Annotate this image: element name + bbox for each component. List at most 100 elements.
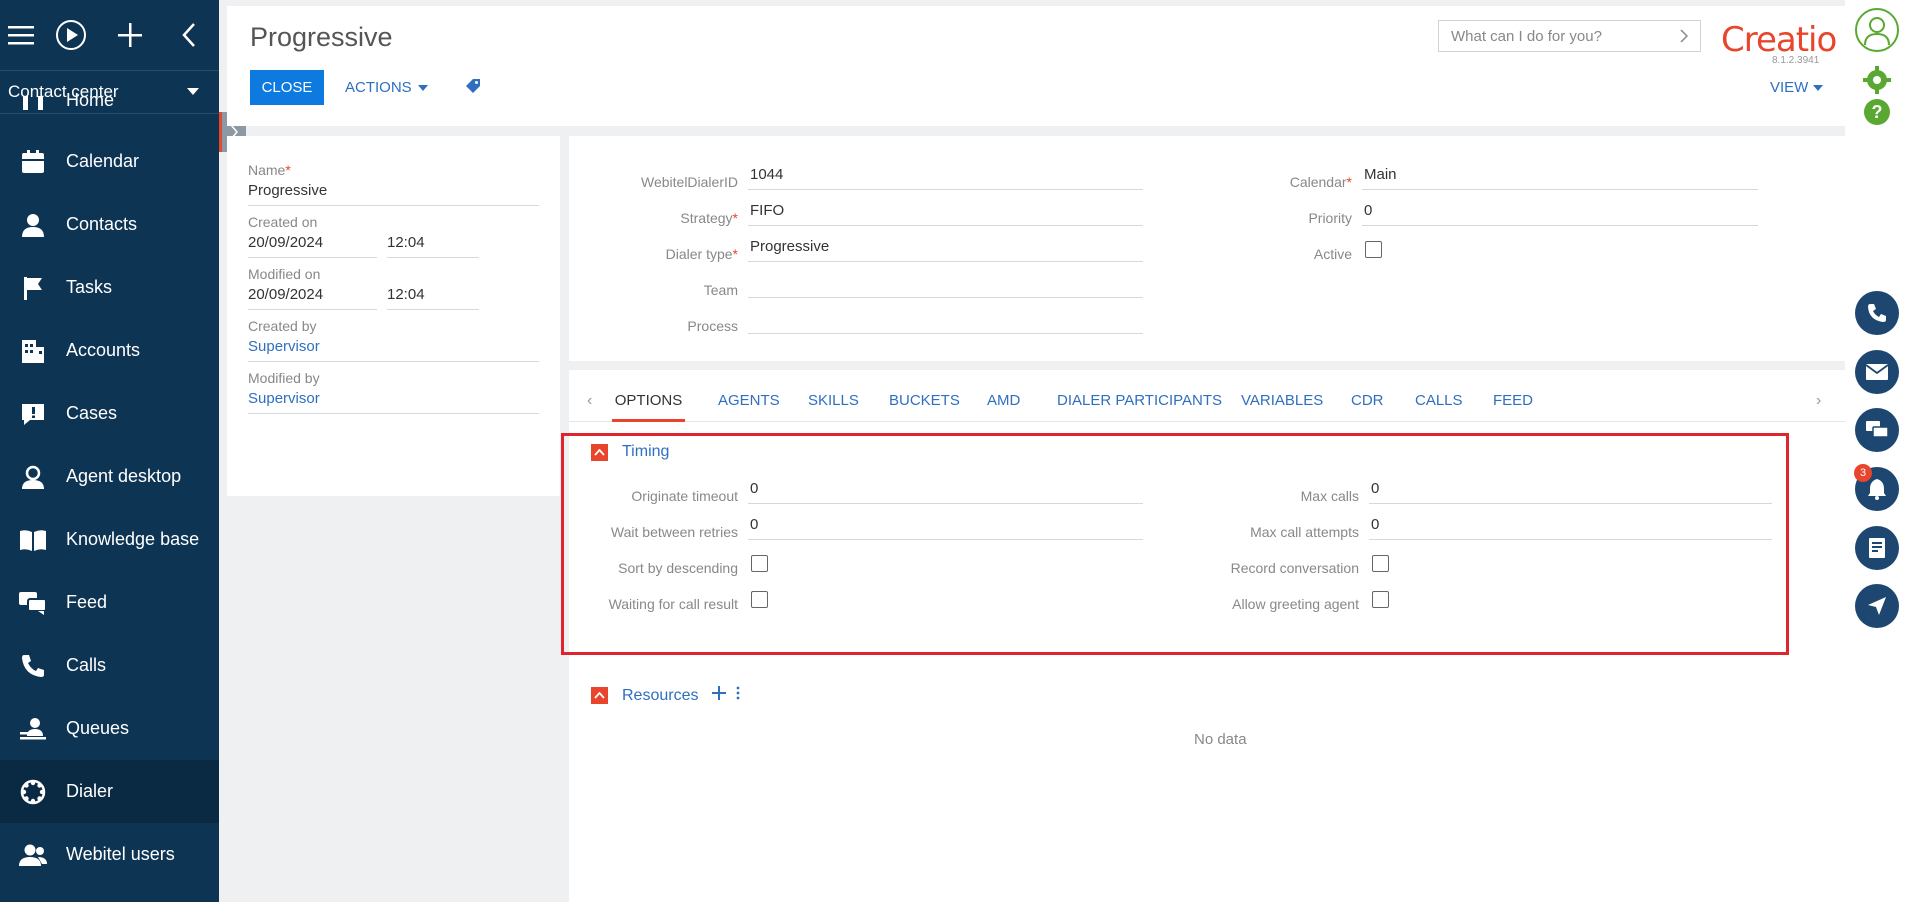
- modified-on-label: Modified on: [248, 266, 321, 282]
- chat-panel-icon[interactable]: [1855, 408, 1899, 452]
- sidebar-item-feed[interactable]: Feed: [0, 571, 219, 634]
- left-sidebar: Contact center Home Calendar Contacts Ta…: [0, 0, 219, 902]
- modified-by-link[interactable]: Supervisor: [248, 386, 539, 414]
- tab-skills[interactable]: SKILLS: [808, 392, 859, 422]
- page-title: Progressive: [250, 22, 393, 52]
- add-resource-icon[interactable]: [712, 686, 727, 705]
- active-label: Active: [1313, 246, 1352, 262]
- collapse-section-icon[interactable]: [591, 687, 608, 704]
- team-row: Team: [569, 268, 1143, 298]
- help-icon[interactable]: ?: [1855, 90, 1899, 134]
- collapse-sidebar-icon[interactable]: [160, 0, 219, 70]
- resources-section-header[interactable]: Resources: [591, 686, 740, 705]
- sidebar-item-label: Contacts: [66, 214, 138, 234]
- add-icon[interactable]: [101, 0, 160, 70]
- team-field[interactable]: [748, 270, 1143, 298]
- timing-highlight-box: [561, 433, 1789, 655]
- queue-icon: [0, 716, 66, 742]
- strategy-field[interactable]: FIFO: [748, 198, 1143, 226]
- play-process-icon[interactable]: [41, 0, 100, 70]
- sidebar-item-label: Webitel users: [66, 844, 175, 864]
- created-on-date: 20/09/2024: [248, 230, 377, 258]
- person-icon: [0, 212, 66, 238]
- modified-on-date: 20/09/2024: [248, 282, 377, 310]
- tab-bar: ‹ OPTIONS AGENTS SKILLS BUCKETS AMD DIAL…: [569, 370, 1845, 422]
- sidebar-item-label: Knowledge base: [66, 529, 200, 549]
- webitel-dialer-id-label: WebitelDialerID: [641, 174, 738, 190]
- sidebar-nav: Home Calendar Contacts Tasks Accounts Ca…: [0, 90, 219, 886]
- more-options-icon[interactable]: [736, 686, 740, 705]
- sidebar-item-label: Dialer: [66, 781, 114, 801]
- view-button[interactable]: VIEW: [1770, 79, 1824, 96]
- actions-button[interactable]: ACTIONS: [345, 70, 428, 105]
- tabs-scroll-right-icon[interactable]: ›: [1816, 392, 1821, 410]
- chevron-down-icon: [417, 84, 428, 91]
- created-by-label: Created by: [248, 318, 317, 334]
- tab-agents[interactable]: AGENTS: [718, 392, 780, 422]
- calendar-label: Calendar*: [1289, 174, 1352, 190]
- tab-buckets[interactable]: BUCKETS: [889, 392, 960, 422]
- created-by-link[interactable]: Supervisor: [248, 334, 539, 362]
- sidebar-item-accounts[interactable]: Accounts: [0, 319, 219, 382]
- created-on-time: 12:04: [387, 230, 479, 258]
- calendar-field[interactable]: Main: [1362, 162, 1758, 190]
- sidebar-item-tasks[interactable]: Tasks: [0, 256, 219, 319]
- tab-calls[interactable]: CALLS: [1415, 392, 1463, 422]
- tab-dialer-participants[interactable]: DIALER PARTICIPANTS: [1057, 392, 1222, 422]
- users-icon: [0, 842, 66, 868]
- tag-icon[interactable]: [465, 78, 481, 99]
- exclamation-bubble-icon: [0, 401, 66, 427]
- strategy-row: Strategy* FIFO: [569, 196, 1143, 226]
- chevron-down-icon: [187, 88, 199, 95]
- sidebar-item-label: Calls: [66, 655, 107, 675]
- webitel-dialer-id-field[interactable]: 1044: [748, 162, 1143, 190]
- view-label: VIEW: [1770, 79, 1809, 96]
- sidebar-item-dialer[interactable]: Dialer: [0, 760, 219, 823]
- phone-panel-icon[interactable]: [1855, 291, 1899, 335]
- sidebar-item-queues[interactable]: Queues: [0, 697, 219, 760]
- command-search-input[interactable]: What can I do for you?: [1438, 20, 1701, 52]
- modified-by-label: Modified by: [248, 370, 320, 386]
- sidebar-item-contacts[interactable]: Contacts: [0, 193, 219, 256]
- email-panel-icon[interactable]: [1855, 350, 1899, 394]
- hamburger-menu-icon[interactable]: [0, 0, 41, 70]
- page-header: Progressive CLOSE ACTIONS What can I do …: [227, 6, 1845, 126]
- active-row: Active: [1169, 232, 1382, 262]
- calendar-icon: [0, 149, 66, 175]
- sidebar-item-label: Cases: [66, 403, 118, 423]
- chat-bubbles-icon: [0, 590, 66, 616]
- agent-icon: [0, 464, 66, 490]
- send-panel-icon[interactable]: [1855, 584, 1899, 628]
- tab-amd[interactable]: AMD: [987, 392, 1020, 422]
- tab-cdr[interactable]: CDR: [1351, 392, 1384, 422]
- name-field[interactable]: Progressive: [248, 178, 539, 206]
- sidebar-item-agent-desktop[interactable]: Agent desktop: [0, 445, 219, 508]
- right-rail: ?: [1845, 0, 1909, 902]
- tabs-scroll-left-icon[interactable]: ‹: [587, 392, 592, 410]
- creatio-logo: Creatio: [1721, 20, 1837, 60]
- tab-options[interactable]: OPTIONS: [612, 392, 685, 422]
- sidebar-item-label: Feed: [66, 592, 108, 612]
- no-data-text: No data: [1194, 731, 1247, 748]
- priority-field[interactable]: 0: [1362, 198, 1758, 226]
- sidebar-item-webitel-users[interactable]: Webitel users: [0, 823, 219, 886]
- profile-avatar-icon[interactable]: [1855, 8, 1899, 52]
- sidebar-item-knowledge-base[interactable]: Knowledge base: [0, 508, 219, 571]
- tab-variables[interactable]: VARIABLES: [1241, 392, 1323, 422]
- sidebar-item-cases[interactable]: Cases: [0, 382, 219, 445]
- sidebar-item-calendar[interactable]: Calendar: [0, 130, 219, 193]
- close-button[interactable]: CLOSE: [250, 70, 324, 105]
- active-checkbox[interactable]: [1365, 241, 1382, 258]
- dialer-type-field[interactable]: Progressive: [748, 234, 1143, 262]
- team-label: Team: [703, 282, 738, 298]
- sidebar-item-calls[interactable]: Calls: [0, 634, 219, 697]
- building-icon: [0, 338, 66, 364]
- record-info-panel: Name* Progressive Created on 20/09/2024 …: [227, 136, 560, 496]
- process-field[interactable]: [748, 306, 1143, 334]
- tab-feed[interactable]: FEED: [1493, 392, 1533, 422]
- actions-label: ACTIONS: [345, 79, 412, 96]
- sidebar-item-home[interactable]: Home: [0, 90, 219, 130]
- chevron-right-icon: [1680, 29, 1688, 43]
- document-panel-icon[interactable]: [1855, 526, 1899, 570]
- modified-on-time: 12:04: [387, 282, 479, 310]
